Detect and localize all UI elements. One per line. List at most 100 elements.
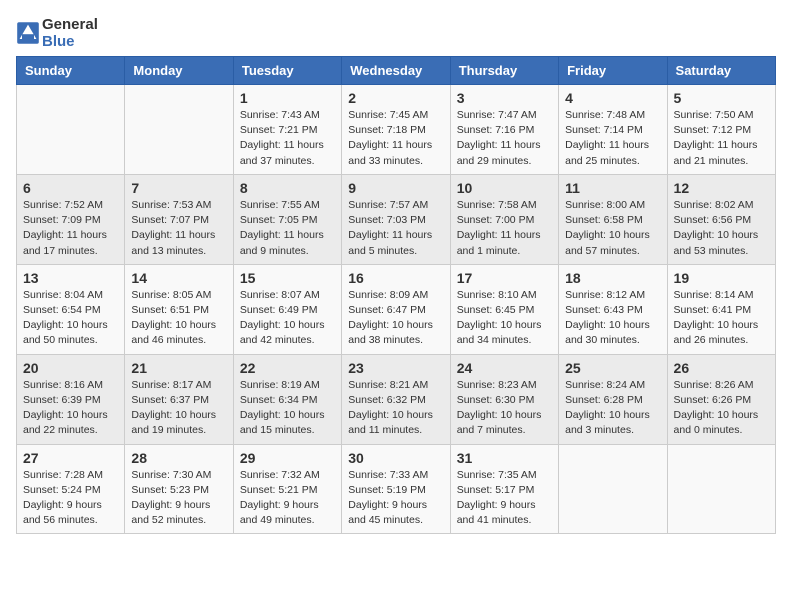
day-number: 3 [457, 90, 552, 106]
calendar-cell: 4 Sunrise: 7:48 AM Sunset: 7:14 PM Daylig… [559, 85, 667, 175]
day-number: 1 [240, 90, 335, 106]
calendar-cell: 30Sunrise: 7:33 AM Sunset: 5:19 PM Dayli… [342, 444, 450, 534]
calendar-cell [125, 85, 233, 175]
logo: General Blue [16, 16, 98, 50]
day-info: Sunrise: 8:26 AM Sunset: 6:26 PM Dayligh… [674, 378, 769, 439]
day-number: 18 [565, 270, 660, 286]
calendar-cell: 8 Sunrise: 7:55 AM Sunset: 7:05 PM Daylig… [233, 174, 341, 264]
calendar-cell: 19 Sunrise: 8:14 AM Sunset: 6:41 PM Dayli… [667, 264, 775, 354]
day-info: Sunrise: 8:16 AM Sunset: 6:39 PM Dayligh… [23, 378, 118, 439]
week-row-5: 27Sunrise: 7:28 AM Sunset: 5:24 PM Dayli… [17, 444, 776, 534]
calendar-cell: 5 Sunrise: 7:50 AM Sunset: 7:12 PM Daylig… [667, 85, 775, 175]
header-day-sunday: Sunday [17, 57, 125, 85]
day-info: Sunrise: 8:09 AM Sunset: 6:47 PM Dayligh… [348, 288, 443, 349]
week-row-1: 1 Sunrise: 7:43 AM Sunset: 7:21 PM Daylig… [17, 85, 776, 175]
day-info: Sunrise: 8:02 AM Sunset: 6:56 PM Dayligh… [674, 198, 769, 259]
day-number: 12 [674, 180, 769, 196]
day-info: Sunrise: 8:12 AM Sunset: 6:43 PM Dayligh… [565, 288, 660, 349]
day-number: 22 [240, 360, 335, 376]
day-number: 13 [23, 270, 118, 286]
day-number: 14 [131, 270, 226, 286]
header-day-wednesday: Wednesday [342, 57, 450, 85]
calendar-header: SundayMondayTuesdayWednesdayThursdayFrid… [17, 57, 776, 85]
calendar-cell: 16Sunrise: 8:09 AM Sunset: 6:47 PM Dayli… [342, 264, 450, 354]
day-number: 7 [131, 180, 226, 196]
header-day-tuesday: Tuesday [233, 57, 341, 85]
calendar-cell: 1 Sunrise: 7:43 AM Sunset: 7:21 PM Daylig… [233, 85, 341, 175]
day-number: 25 [565, 360, 660, 376]
day-info: Sunrise: 8:10 AM Sunset: 6:45 PM Dayligh… [457, 288, 552, 349]
calendar-cell [667, 444, 775, 534]
calendar-cell: 31 Sunrise: 7:35 AM Sunset: 5:17 PM Dayli… [450, 444, 558, 534]
day-info: Sunrise: 8:19 AM Sunset: 6:34 PM Dayligh… [240, 378, 335, 439]
week-row-4: 20Sunrise: 8:16 AM Sunset: 6:39 PM Dayli… [17, 354, 776, 444]
day-info: Sunrise: 7:45 AM Sunset: 7:18 PM Dayligh… [348, 108, 443, 169]
calendar-cell: 7 Sunrise: 7:53 AM Sunset: 7:07 PM Daylig… [125, 174, 233, 264]
day-number: 26 [674, 360, 769, 376]
calendar-cell: 21 Sunrise: 8:17 AM Sunset: 6:37 PM Dayli… [125, 354, 233, 444]
day-info: Sunrise: 7:30 AM Sunset: 5:23 PM Dayligh… [131, 468, 226, 529]
day-number: 31 [457, 450, 552, 466]
header-day-monday: Monday [125, 57, 233, 85]
logo-text: General Blue [42, 16, 98, 50]
header-day-thursday: Thursday [450, 57, 558, 85]
day-info: Sunrise: 7:28 AM Sunset: 5:24 PM Dayligh… [23, 468, 118, 529]
calendar-cell: 15 Sunrise: 8:07 AM Sunset: 6:49 PM Dayli… [233, 264, 341, 354]
calendar-cell: 13Sunrise: 8:04 AM Sunset: 6:54 PM Dayli… [17, 264, 125, 354]
day-info: Sunrise: 8:21 AM Sunset: 6:32 PM Dayligh… [348, 378, 443, 439]
calendar-cell: 24 Sunrise: 8:23 AM Sunset: 6:30 PM Dayli… [450, 354, 558, 444]
day-info: Sunrise: 7:48 AM Sunset: 7:14 PM Dayligh… [565, 108, 660, 169]
day-info: Sunrise: 7:55 AM Sunset: 7:05 PM Dayligh… [240, 198, 335, 259]
day-info: Sunrise: 7:58 AM Sunset: 7:00 PM Dayligh… [457, 198, 552, 259]
day-info: Sunrise: 8:24 AM Sunset: 6:28 PM Dayligh… [565, 378, 660, 439]
day-info: Sunrise: 8:14 AM Sunset: 6:41 PM Dayligh… [674, 288, 769, 349]
day-number: 11 [565, 180, 660, 196]
header-row: SundayMondayTuesdayWednesdayThursdayFrid… [17, 57, 776, 85]
calendar-cell: 28 Sunrise: 7:30 AM Sunset: 5:23 PM Dayli… [125, 444, 233, 534]
day-number: 6 [23, 180, 118, 196]
calendar-cell: 11Sunrise: 8:00 AM Sunset: 6:58 PM Dayli… [559, 174, 667, 264]
day-number: 28 [131, 450, 226, 466]
day-number: 29 [240, 450, 335, 466]
header: General Blue [16, 16, 776, 50]
calendar-body: 1 Sunrise: 7:43 AM Sunset: 7:21 PM Daylig… [17, 85, 776, 534]
day-info: Sunrise: 8:17 AM Sunset: 6:37 PM Dayligh… [131, 378, 226, 439]
calendar-cell: 12 Sunrise: 8:02 AM Sunset: 6:56 PM Dayli… [667, 174, 775, 264]
day-info: Sunrise: 7:50 AM Sunset: 7:12 PM Dayligh… [674, 108, 769, 169]
day-number: 19 [674, 270, 769, 286]
day-info: Sunrise: 7:53 AM Sunset: 7:07 PM Dayligh… [131, 198, 226, 259]
day-info: Sunrise: 7:35 AM Sunset: 5:17 PM Dayligh… [457, 468, 552, 529]
logo-icon [16, 21, 40, 45]
calendar-cell: 10Sunrise: 7:58 AM Sunset: 7:00 PM Dayli… [450, 174, 558, 264]
calendar-cell: 29 Sunrise: 7:32 AM Sunset: 5:21 PM Dayli… [233, 444, 341, 534]
week-row-3: 13Sunrise: 8:04 AM Sunset: 6:54 PM Dayli… [17, 264, 776, 354]
day-number: 5 [674, 90, 769, 106]
calendar-cell: 26 Sunrise: 8:26 AM Sunset: 6:26 PM Dayli… [667, 354, 775, 444]
day-number: 2 [348, 90, 443, 106]
day-info: Sunrise: 7:57 AM Sunset: 7:03 PM Dayligh… [348, 198, 443, 259]
calendar-cell: 6 Sunrise: 7:52 AM Sunset: 7:09 PM Daylig… [17, 174, 125, 264]
day-number: 17 [457, 270, 552, 286]
calendar-cell: 25 Sunrise: 8:24 AM Sunset: 6:28 PM Dayli… [559, 354, 667, 444]
day-number: 8 [240, 180, 335, 196]
day-info: Sunrise: 7:52 AM Sunset: 7:09 PM Dayligh… [23, 198, 118, 259]
calendar-cell: 23Sunrise: 8:21 AM Sunset: 6:32 PM Dayli… [342, 354, 450, 444]
calendar-cell: 22 Sunrise: 8:19 AM Sunset: 6:34 PM Dayli… [233, 354, 341, 444]
calendar-cell: 27Sunrise: 7:28 AM Sunset: 5:24 PM Dayli… [17, 444, 125, 534]
day-number: 9 [348, 180, 443, 196]
calendar-table: SundayMondayTuesdayWednesdayThursdayFrid… [16, 56, 776, 534]
day-number: 21 [131, 360, 226, 376]
day-info: Sunrise: 8:07 AM Sunset: 6:49 PM Dayligh… [240, 288, 335, 349]
week-row-2: 6 Sunrise: 7:52 AM Sunset: 7:09 PM Daylig… [17, 174, 776, 264]
day-info: Sunrise: 7:43 AM Sunset: 7:21 PM Dayligh… [240, 108, 335, 169]
calendar-cell: 2 Sunrise: 7:45 AM Sunset: 7:18 PM Daylig… [342, 85, 450, 175]
header-day-friday: Friday [559, 57, 667, 85]
day-number: 24 [457, 360, 552, 376]
calendar-cell [559, 444, 667, 534]
day-info: Sunrise: 7:32 AM Sunset: 5:21 PM Dayligh… [240, 468, 335, 529]
calendar-cell: 17 Sunrise: 8:10 AM Sunset: 6:45 PM Dayli… [450, 264, 558, 354]
day-info: Sunrise: 8:23 AM Sunset: 6:30 PM Dayligh… [457, 378, 552, 439]
day-number: 15 [240, 270, 335, 286]
day-number: 4 [565, 90, 660, 106]
day-number: 30 [348, 450, 443, 466]
